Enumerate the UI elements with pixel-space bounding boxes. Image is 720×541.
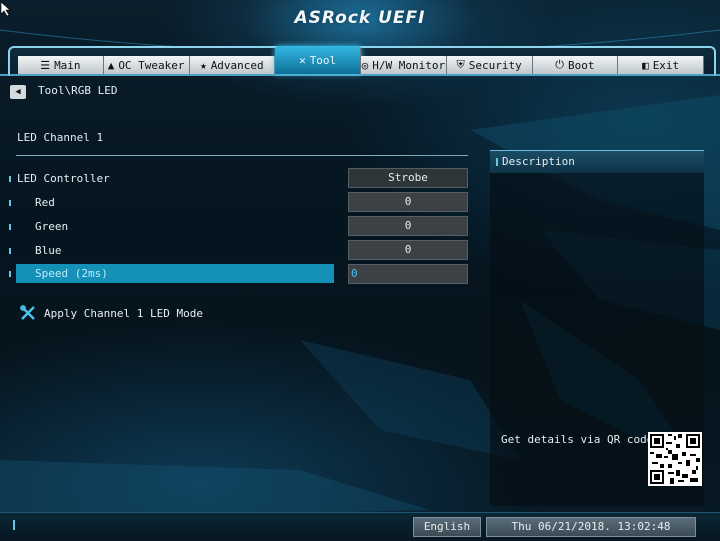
tab-label: Boot <box>567 58 595 72</box>
tab-main[interactable]: ☰ Main <box>18 56 104 74</box>
tab-label: Exit <box>652 58 680 72</box>
language-button[interactable]: English <box>413 517 481 537</box>
row-marker <box>9 200 11 206</box>
setting-row-green[interactable]: Green 0 <box>0 216 470 237</box>
setting-row-led-controller[interactable]: LED Controller Strobe <box>0 168 470 189</box>
tools-icon: ✕ <box>299 53 306 67</box>
red-label: Red <box>35 196 55 209</box>
description-title: Description <box>502 155 575 168</box>
tab-boot[interactable]: ⏻ Boot <box>532 56 619 74</box>
section-divider <box>16 155 468 156</box>
speed-label: Speed (2ms) <box>35 267 108 280</box>
setting-row-speed[interactable]: Speed (2ms) 0 <box>0 264 470 284</box>
led-controller-value[interactable]: Strobe <box>348 168 468 188</box>
tools-icon <box>20 305 35 320</box>
datetime-display: Thu 06/21/2018. 13:02:48 <box>486 517 696 537</box>
asrock-logo: ASRock UEFI <box>294 8 426 28</box>
tab-label: Tool <box>309 53 337 67</box>
led-controller-label: LED Controller <box>17 172 110 185</box>
star-icon: ★ <box>200 58 207 72</box>
tab-security[interactable]: ⛨ Security <box>446 56 533 74</box>
setting-row-blue[interactable]: Blue 0 <box>0 240 470 261</box>
row-marker <box>9 176 11 182</box>
green-value[interactable]: 0 <box>348 216 468 236</box>
power-icon: ⏻ <box>555 58 564 71</box>
list-icon: ☰ <box>40 58 51 72</box>
blue-value[interactable]: 0 <box>348 240 468 260</box>
tab-label: H/W Monitor <box>372 58 446 72</box>
rocket-icon: ▲ <box>107 58 115 72</box>
footer-marker <box>13 520 15 530</box>
green-label: Green <box>35 220 69 233</box>
row-marker <box>9 271 11 277</box>
tab-h-w-monitor[interactable]: ◎ H/W Monitor <box>361 56 447 74</box>
header-divider <box>0 74 720 76</box>
tab-tool[interactable]: ✕ Tool <box>275 46 361 74</box>
breadcrumb: Tool\RGB LED <box>38 84 118 97</box>
row-marker <box>496 158 498 166</box>
exit-icon: ◧ <box>642 58 649 72</box>
row-marker <box>9 248 11 254</box>
back-button[interactable]: ◀ <box>10 85 26 99</box>
description-header: Description <box>490 150 704 173</box>
main-tabs: ☰ Main ▲ OC Tweaker ★ Advanced ✕ Tool ◎ H/W Monit… <box>18 46 704 74</box>
monitor-icon: ◎ <box>361 58 369 72</box>
tab-label: OC Tweaker <box>118 58 185 72</box>
setting-row-red[interactable]: Red 0 <box>0 192 470 213</box>
tab-advanced[interactable]: ★ Advanced <box>189 56 276 74</box>
speed-input[interactable]: 0 <box>348 264 468 284</box>
tab-label: Security <box>468 58 522 72</box>
blue-label: Blue <box>35 244 62 257</box>
row-marker <box>9 224 11 230</box>
tab-label: Main <box>54 58 81 72</box>
apply-channel-label: Apply Channel 1 LED Mode <box>44 306 203 320</box>
section-title: LED Channel 1 <box>17 131 104 144</box>
tab-oc-tweaker[interactable]: ▲ OC Tweaker <box>103 56 190 74</box>
tab-exit[interactable]: ◧ Exit <box>618 56 704 74</box>
shield-icon: ⛨ <box>456 58 465 71</box>
tab-label: Advanced <box>210 58 264 72</box>
qr-caption: Get details via QR code <box>501 433 654 446</box>
qr-code <box>648 432 702 486</box>
apply-channel-button[interactable]: Apply Channel 1 LED Mode <box>20 305 203 321</box>
red-value[interactable]: 0 <box>348 192 468 212</box>
